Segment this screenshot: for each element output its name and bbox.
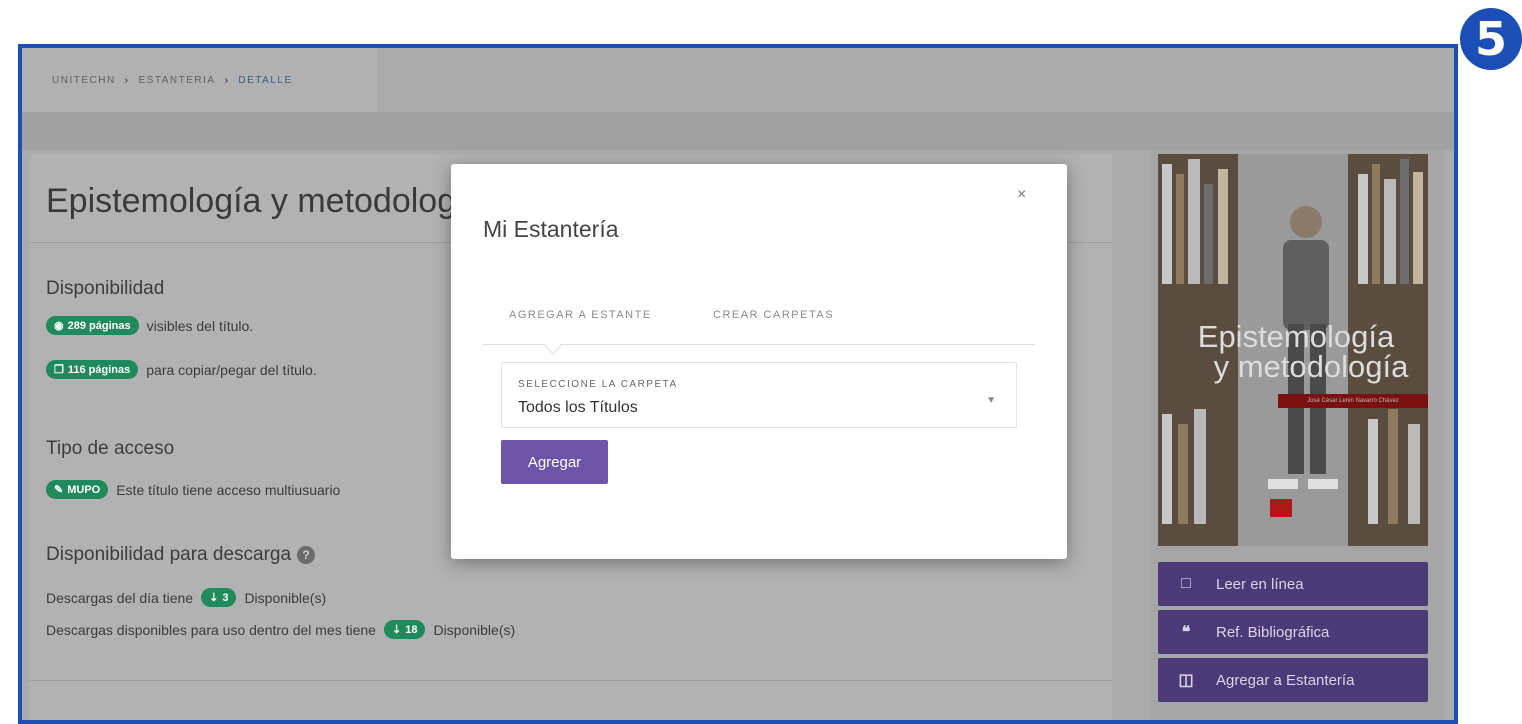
breadcrumb-separator-icon: › bbox=[124, 74, 130, 86]
access-line: ✎ MUPO Este título tiene acceso multiusu… bbox=[46, 480, 340, 499]
cover-title: Epistemología y metodología bbox=[1164, 319, 1428, 384]
top-band bbox=[22, 112, 1454, 150]
download-icon: ⇣ bbox=[391, 624, 402, 636]
quote-icon: ❝ bbox=[1181, 624, 1191, 641]
bibliographic-ref-button[interactable]: ❝ Ref. Bibliográfica bbox=[1158, 610, 1428, 654]
copy-pages-count: 116 páginas bbox=[67, 363, 131, 376]
step-number-badge: 5 bbox=[1460, 8, 1522, 70]
monthly-downloads-suffix: Disponible(s) bbox=[433, 621, 516, 638]
daily-downloads-count: 3 bbox=[222, 591, 229, 604]
modal-tabs: AGREGAR A ESTANTE CREAR CARPETAS bbox=[483, 309, 1035, 345]
folder-select[interactable]: SELECCIONE LA CARPETA Todos los Títulos … bbox=[501, 362, 1017, 428]
modal-title: Mi Estantería bbox=[483, 216, 619, 242]
book-cover-image: Epistemología y metodología José César L… bbox=[1158, 154, 1428, 546]
side-column: Epistemología y metodología José César L… bbox=[1150, 150, 1444, 720]
monthly-downloads-count: 18 bbox=[405, 623, 418, 636]
copy-pages-badge: ❐ 116 páginas bbox=[46, 360, 139, 379]
book-icon: □ bbox=[1181, 575, 1191, 592]
breadcrumb-item-detalle: DETALLE bbox=[238, 74, 293, 86]
breadcrumb-separator-icon: › bbox=[224, 74, 230, 86]
book-title: Epistemología y metodología bbox=[46, 182, 485, 220]
copy-pages-line: ❐ 116 páginas para copiar/pegar del títu… bbox=[46, 360, 317, 379]
visible-pages-line: ◉ 289 páginas visibles del título. bbox=[46, 316, 253, 335]
eye-icon: ◉ bbox=[54, 320, 64, 332]
add-button[interactable]: Agregar bbox=[501, 440, 608, 484]
cover-title-line1: Epistemología bbox=[1197, 319, 1395, 354]
folder-select-value: Todos los Títulos bbox=[518, 399, 638, 416]
download-heading: Disponibilidad para descarga? bbox=[46, 544, 316, 566]
download-heading-text: Disponibilidad para descarga bbox=[46, 544, 292, 565]
copy-icon: ❐ bbox=[54, 364, 64, 376]
daily-downloads-line: Descargas del día tiene ⇣ 3 Disponible(s… bbox=[46, 588, 326, 607]
access-heading: Tipo de acceso bbox=[46, 438, 175, 459]
add-to-shelf-button[interactable]: ◫ Agregar a Estantería bbox=[1158, 658, 1428, 702]
add-to-shelf-label: Agregar a Estantería bbox=[1216, 671, 1355, 689]
tab-create-folders[interactable]: CREAR CARPETAS bbox=[713, 309, 834, 321]
copy-pages-text: para copiar/pegar del título. bbox=[146, 361, 317, 378]
book-open-icon: ✎ bbox=[54, 484, 64, 496]
question-icon[interactable]: ? bbox=[297, 545, 316, 564]
breadcrumb: UNITECHN › ESTANTERIA › DETALLE bbox=[22, 48, 377, 112]
bibliographic-ref-label: Ref. Bibliográfica bbox=[1216, 623, 1330, 641]
monthly-downloads-badge: ⇣ 18 bbox=[383, 620, 426, 639]
availability-heading: Disponibilidad bbox=[46, 278, 165, 299]
cover-title-line2: y metodología bbox=[1213, 349, 1409, 384]
download-icon: ⇣ bbox=[209, 592, 219, 604]
close-icon[interactable]: × bbox=[1017, 186, 1026, 204]
daily-downloads-badge: ⇣ 3 bbox=[201, 588, 237, 607]
daily-downloads-suffix: Disponible(s) bbox=[244, 589, 327, 606]
divider bbox=[30, 680, 1112, 681]
folder-select-label: SELECCIONE LA CARPETA bbox=[518, 379, 678, 390]
visible-pages-badge: ◉ 289 páginas bbox=[46, 316, 139, 335]
breadcrumb-item-estanteria[interactable]: ESTANTERIA bbox=[139, 75, 216, 86]
daily-downloads-prefix: Descargas del día tiene bbox=[46, 589, 194, 606]
tab-add-to-shelf[interactable]: AGREGAR A ESTANTE bbox=[509, 309, 652, 321]
breadcrumb-item-unitechn[interactable]: UNITECHN bbox=[52, 75, 116, 86]
read-online-label: Leer en línea bbox=[1216, 575, 1304, 593]
visible-pages-text: visibles del título. bbox=[146, 317, 254, 334]
cover-author: José César Lenin Navarro Chávez bbox=[1278, 394, 1428, 408]
visible-pages-count: 289 páginas bbox=[67, 319, 131, 332]
chevron-down-icon: ▼ bbox=[986, 395, 996, 406]
monthly-downloads-line: Descargas disponibles para uso dentro de… bbox=[46, 620, 515, 639]
shelf-modal: × Mi Estantería AGREGAR A ESTANTE CREAR … bbox=[451, 164, 1067, 559]
read-online-button[interactable]: □ Leer en línea bbox=[1158, 562, 1428, 606]
access-text: Este título tiene acceso multiusuario bbox=[116, 481, 341, 498]
shelf-icon: ◫ bbox=[1178, 672, 1194, 689]
monthly-downloads-prefix: Descargas disponibles para uso dentro de… bbox=[46, 621, 376, 638]
access-badge-label: MUPO bbox=[67, 483, 101, 496]
access-badge: ✎ MUPO bbox=[46, 480, 109, 499]
